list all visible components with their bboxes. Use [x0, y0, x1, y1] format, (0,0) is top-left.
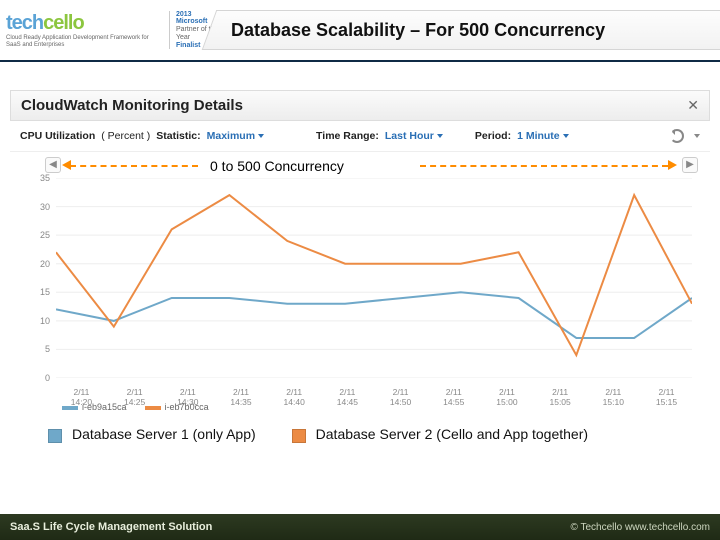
slide-legend-item-b: Database Server 2 (Cello and App togethe…	[292, 426, 588, 444]
x-tick: 2/1115:15	[641, 387, 692, 407]
panel-title: CloudWatch Monitoring Details	[21, 97, 243, 114]
chart-svg	[56, 178, 692, 378]
arrow-dashed-left	[70, 165, 198, 167]
annotation-text: 0 to 500 Concurrency	[210, 158, 344, 174]
panel-header: CloudWatch Monitoring Details ✕	[10, 90, 710, 121]
x-tick: 2/1114:20	[56, 387, 107, 407]
footer-left: Saa.S Life Cycle Management Solution	[10, 521, 212, 533]
y-tick: 10	[40, 316, 50, 326]
x-tick: 2/1114:45	[322, 387, 373, 407]
chart-plot: 05101520253035 2/1114:202/1114:252/1114:…	[56, 178, 692, 398]
slide-legend-text-b: Database Server 2 (Cello and App togethe…	[316, 426, 588, 444]
y-axis: 05101520253035	[26, 178, 50, 378]
footer-right: © Techcello www.techcello.com	[571, 522, 710, 533]
panel-controls: CPU Utilization ( Percent ) Statistic: M…	[10, 121, 710, 152]
series-line-b	[56, 195, 692, 355]
slide-footer: Saa.S Life Cycle Management Solution © T…	[0, 514, 720, 540]
y-tick: 0	[45, 373, 50, 383]
x-axis: 2/1114:202/1114:252/1114:302/1114:352/11…	[56, 383, 692, 407]
statistic-dropdown[interactable]: Maximum	[207, 130, 264, 142]
refresh-menu-caret-icon[interactable]	[694, 134, 700, 138]
x-tick: 2/1115:00	[482, 387, 533, 407]
annotation-row: ◀ 0 to 500 Concurrency ▶	[20, 156, 700, 178]
x-tick: 2/1114:30	[162, 387, 213, 407]
period-dropdown[interactable]: 1 Minute	[517, 130, 569, 142]
x-tick: 2/1114:25	[109, 387, 160, 407]
logo-tagline: Cloud Ready Application Development Fram…	[6, 35, 159, 48]
refresh-icon[interactable]	[670, 129, 684, 143]
chevron-down-icon	[258, 134, 264, 138]
chevron-down-icon	[563, 134, 569, 138]
statistic-value: Maximum	[207, 130, 255, 142]
logo-part-a: tech	[6, 12, 43, 34]
chart-grid	[56, 178, 692, 378]
cloudwatch-panel: CloudWatch Monitoring Details ✕ CPU Util…	[10, 90, 710, 412]
chevron-down-icon	[437, 134, 443, 138]
legend-swatch-blue	[48, 429, 62, 443]
logo-part-b: cello	[43, 12, 84, 34]
title-bar: Database Scalability – For 500 Concurren…	[220, 10, 720, 50]
timerange-value: Last Hour	[385, 130, 434, 142]
arrow-dashed-right	[420, 165, 668, 167]
slide-legend-item-a: Database Server 1 (only App)	[48, 426, 256, 444]
y-tick: 15	[40, 287, 50, 297]
arrow-right-head-icon	[668, 160, 677, 170]
timerange-label: Time Range:	[316, 130, 379, 142]
chart-area: ◀ 0 to 500 Concurrency ▶ 05101520253035 …	[20, 156, 700, 412]
timerange-dropdown[interactable]: Last Hour	[385, 130, 443, 142]
period-label: Period:	[475, 130, 511, 142]
y-tick: 35	[40, 173, 50, 183]
logo: techcello	[6, 12, 159, 35]
close-icon[interactable]: ✕	[687, 97, 699, 114]
page-title: Database Scalability – For 500 Concurren…	[221, 20, 605, 41]
step-right-button[interactable]: ▶	[682, 157, 698, 173]
legend-swatch-orange	[292, 429, 306, 443]
statistic-label: Statistic:	[156, 130, 200, 142]
slide-legend: Database Server 1 (only App) Database Se…	[0, 412, 720, 444]
x-tick: 2/1114:50	[375, 387, 426, 407]
y-tick: 25	[40, 230, 50, 240]
slide-header: techcello Cloud Ready Application Develo…	[0, 0, 720, 62]
x-tick: 2/1114:35	[216, 387, 267, 407]
period-value: 1 Minute	[517, 130, 560, 142]
x-tick: 2/1115:10	[588, 387, 639, 407]
y-tick: 5	[45, 344, 50, 354]
metric-unit: ( Percent )	[101, 130, 150, 142]
x-tick: 2/1114:55	[428, 387, 479, 407]
logo-block: techcello Cloud Ready Application Develo…	[0, 0, 220, 61]
x-tick: 2/1115:05	[535, 387, 586, 407]
y-tick: 20	[40, 259, 50, 269]
metric-name: CPU Utilization	[20, 130, 95, 142]
slide-legend-text-a: Database Server 1 (only App)	[72, 426, 256, 444]
step-left-button[interactable]: ◀	[45, 157, 61, 173]
x-tick: 2/1114:40	[269, 387, 320, 407]
y-tick: 30	[40, 202, 50, 212]
